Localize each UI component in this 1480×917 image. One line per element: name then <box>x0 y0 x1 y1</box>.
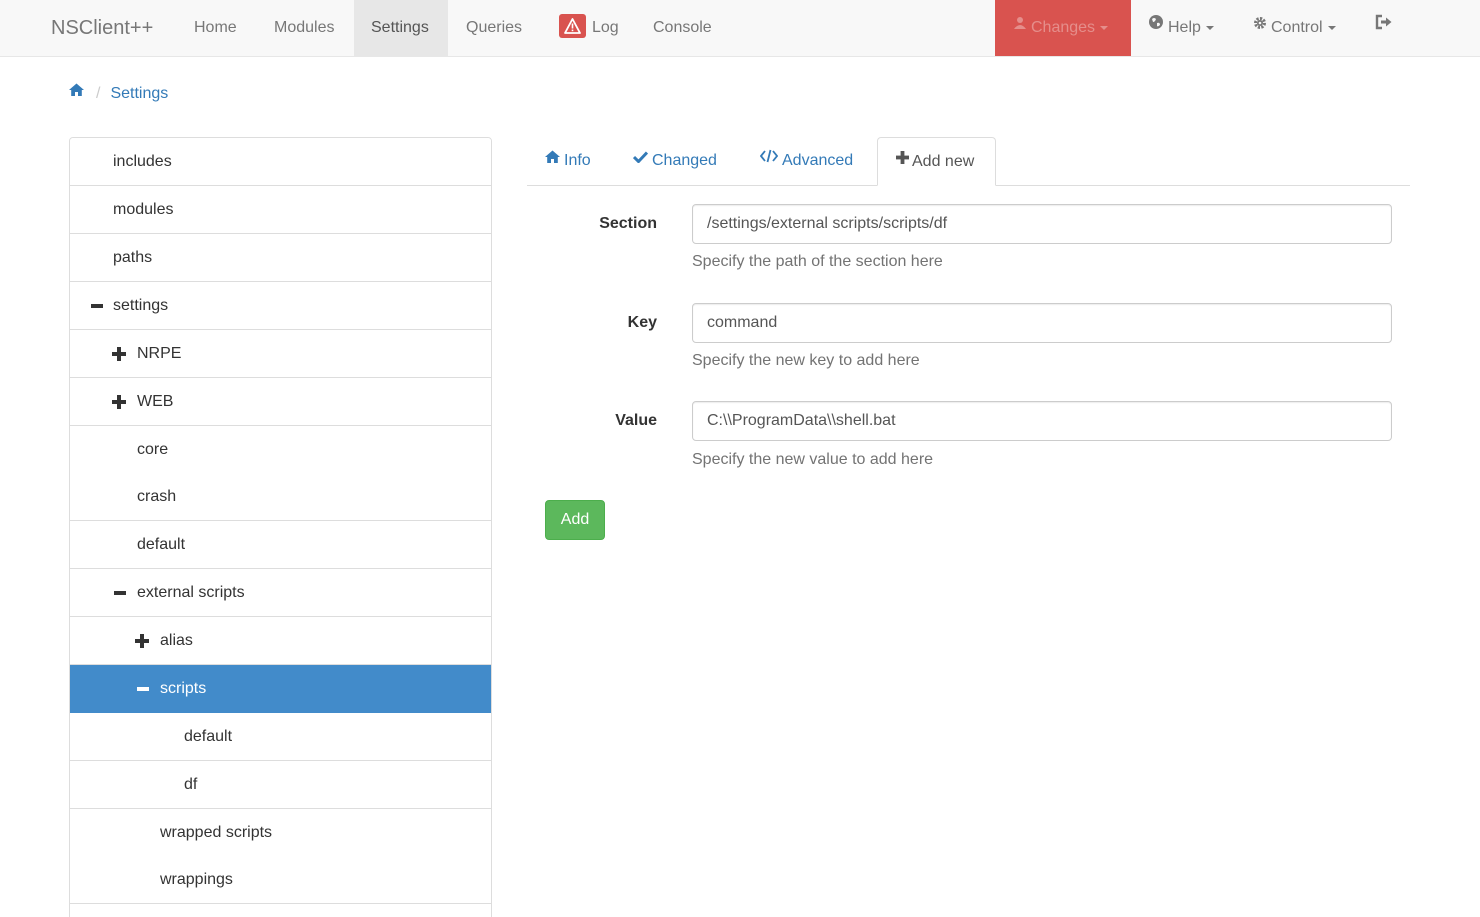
tree-item-label: df <box>184 776 198 793</box>
tree-item-crash[interactable]: crash <box>70 473 491 521</box>
tab-changed-label: Changed <box>652 152 717 170</box>
tree-item-label: default <box>184 728 233 745</box>
tab-add-new-label: Add new <box>912 153 975 170</box>
warning-icon <box>559 13 586 38</box>
tree-item-wrapped-scripts[interactable]: wrapped scripts <box>70 809 491 857</box>
tree-item-scripts-default[interactable]: default <box>70 713 491 761</box>
brand-logo[interactable]: NSClient++ <box>51 0 153 56</box>
tree-item-web[interactable]: WEB <box>70 378 491 426</box>
tree-item-label: default <box>137 536 186 553</box>
plus-icon <box>896 136 909 183</box>
changes-label: Changes <box>1031 19 1096 37</box>
tree-item-scripts[interactable]: scripts <box>70 665 491 713</box>
tree-item-label: includes <box>113 153 172 170</box>
tree-item-label: settings <box>113 297 169 314</box>
tab-info-label: Info <box>564 152 591 170</box>
logout-icon <box>1375 0 1393 54</box>
tree-item-label: crash <box>137 488 177 505</box>
tree-item-label: wrapped scripts <box>160 824 273 841</box>
tree-item-modules[interactable]: modules <box>70 186 491 234</box>
globe-icon <box>1148 0 1164 54</box>
logout-button[interactable] <box>1358 0 1410 56</box>
user-icon <box>1013 0 1027 54</box>
tab-changed[interactable]: Changed <box>615 137 735 185</box>
value-help: Specify the new value to add here <box>692 451 934 468</box>
tree-item-label: alias <box>160 632 193 649</box>
settings-tree: includes modules paths settings NRPE WEB… <box>69 137 492 917</box>
caret-down-icon <box>1100 26 1109 30</box>
tree-item-paths[interactable]: paths <box>70 234 491 282</box>
tab-advanced-label: Advanced <box>782 152 854 170</box>
breadcrumb-settings[interactable]: Settings <box>110 85 168 102</box>
gear-icon <box>1253 0 1267 54</box>
add-button[interactable]: Add <box>545 500 605 540</box>
key-help: Specify the new key to add here <box>692 352 920 369</box>
control-dropdown[interactable]: Control <box>1236 0 1353 56</box>
tree-item-label: WEB <box>137 393 174 410</box>
caret-down-icon <box>1205 26 1214 30</box>
value-input[interactable] <box>692 401 1392 441</box>
key-input[interactable] <box>692 303 1392 343</box>
tree-item-df[interactable]: df <box>70 761 491 809</box>
plus-icon[interactable] <box>112 395 126 409</box>
key-label: Key <box>627 314 657 331</box>
section-help: Specify the path of the section here <box>692 253 943 270</box>
tree-item-label: NRPE <box>137 345 182 362</box>
nav-home[interactable]: Home <box>177 0 254 56</box>
minus-icon[interactable] <box>136 682 150 696</box>
minus-icon[interactable] <box>90 299 104 313</box>
home-icon[interactable] <box>69 80 84 104</box>
code-icon <box>759 135 779 183</box>
nav-queries[interactable]: Queries <box>449 0 539 56</box>
tree-item-external-scripts[interactable]: external scripts <box>70 569 491 617</box>
tree-item-label: wrappings <box>160 871 233 888</box>
home-icon <box>545 135 560 183</box>
tree-item-label: external scripts <box>137 584 245 601</box>
value-label: Value <box>615 412 657 429</box>
nav-console[interactable]: Console <box>636 0 729 56</box>
breadcrumb-separator: / <box>96 85 101 103</box>
tree-item-wrappings[interactable]: wrappings <box>70 856 491 904</box>
tree-item-label: scripts <box>160 680 207 697</box>
tree-item-settings[interactable]: settings <box>70 282 491 330</box>
tree-item-label: core <box>137 441 169 458</box>
settings-tabs: Info Changed Advanced Add new <box>527 137 1410 186</box>
nav-settings[interactable]: Settings <box>354 0 448 56</box>
plus-icon[interactable] <box>135 634 149 648</box>
plus-icon[interactable] <box>112 347 126 361</box>
tree-item-default[interactable]: default <box>70 521 491 569</box>
top-navbar: NSClient++ Home Modules Settings Queries… <box>0 0 1480 57</box>
caret-down-icon <box>1327 26 1336 30</box>
tab-add-new[interactable]: Add new <box>877 137 996 186</box>
changes-dropdown[interactable]: Changes <box>995 0 1131 56</box>
control-label: Control <box>1271 19 1323 37</box>
tree-item-nrpe[interactable]: NRPE <box>70 330 491 378</box>
tree-item-core[interactable]: core <box>70 426 491 474</box>
tab-info[interactable]: Info <box>527 137 609 185</box>
minus-icon[interactable] <box>113 586 127 600</box>
nav-modules[interactable]: Modules <box>257 0 351 56</box>
help-label: Help <box>1168 19 1201 37</box>
section-input[interactable] <box>692 204 1392 244</box>
section-label: Section <box>599 215 657 232</box>
check-icon <box>632 135 649 183</box>
tab-advanced[interactable]: Advanced <box>742 137 871 185</box>
tree-item-alias[interactable]: alias <box>70 617 491 665</box>
tree-item-label: paths <box>113 249 153 266</box>
tree-item-label: modules <box>113 201 174 218</box>
help-dropdown[interactable]: Help <box>1131 0 1231 56</box>
breadcrumb: / Settings <box>69 82 168 106</box>
tree-item-includes[interactable]: includes <box>70 138 491 186</box>
nav-log[interactable]: Log <box>542 0 636 56</box>
nav-log-label: Log <box>592 19 619 36</box>
